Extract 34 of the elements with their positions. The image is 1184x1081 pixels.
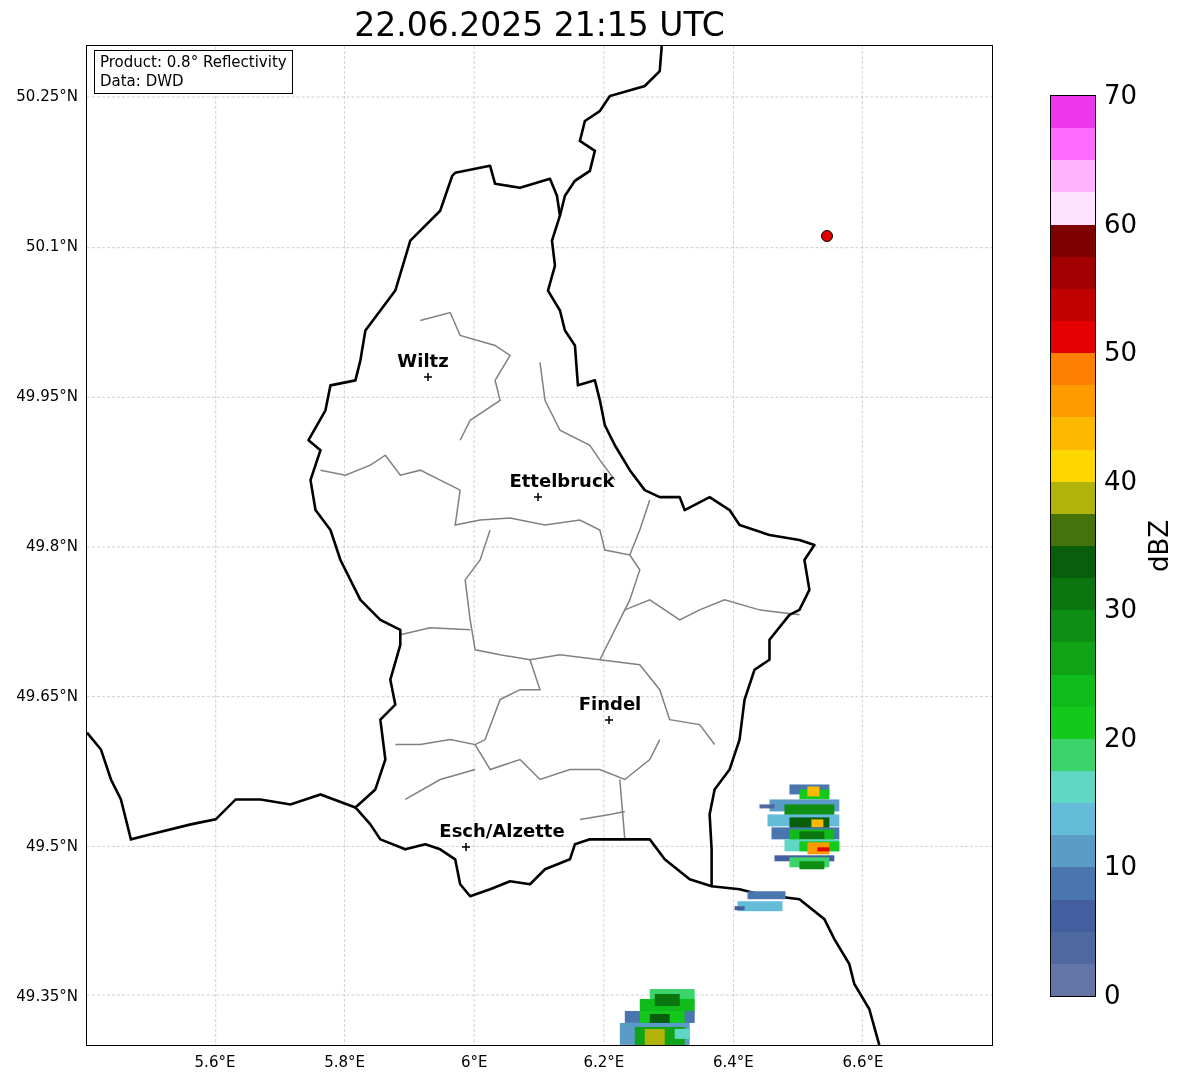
chart-title: 22.06.2025 21:15 UTC [354, 5, 725, 45]
x-axis-label: 6.4°E [712, 1053, 754, 1071]
city-label: Wiltz [397, 351, 449, 371]
colorbar-tick-label: 20 [1104, 722, 1138, 753]
city-label: Esch/Alzette [439, 821, 565, 841]
y-axis-label: 49.8°N [25, 537, 78, 555]
y-axis-label: 49.35°N [16, 987, 78, 1005]
x-axis-label: 6.2°E [583, 1053, 625, 1071]
legend-text: Product: 0.8° Reflectivity [100, 53, 287, 72]
x-axis-label: 6°E [460, 1053, 488, 1071]
colorbar-label: dBZ [1144, 519, 1174, 573]
colorbar-tick-label: 60 [1104, 208, 1138, 239]
city-marker-icon [534, 493, 542, 501]
legend-text: Data: DWD [100, 72, 185, 91]
colorbar-tick-label: 40 [1104, 465, 1138, 496]
city-marker-icon [462, 843, 470, 851]
x-axis-label: 6.6°E [842, 1053, 884, 1071]
y-axis-label: 50.1°N [25, 237, 78, 255]
colorbar-tick-label: 0 [1104, 980, 1121, 1010]
city-label: Ettelbruck [509, 471, 615, 491]
colorbar-tick-label: 70 [1104, 80, 1138, 110]
y-axis-label: 50.25°N [16, 87, 78, 105]
y-axis-label: 49.5°N [25, 837, 78, 855]
x-axis-label: 5.8°E [324, 1053, 365, 1071]
city-marker-icon [424, 373, 432, 381]
location-dot-icon [821, 230, 833, 242]
x-axis-label: 5.6°E [194, 1053, 236, 1071]
colorbar-tick-label: 10 [1104, 851, 1138, 882]
y-axis-label: 49.95°N [16, 387, 78, 405]
y-axis-label: 49.65°N [16, 687, 78, 705]
colorbar-tick-label: 50 [1104, 337, 1138, 368]
city-marker-icon [605, 716, 613, 724]
city-label: Findel [578, 694, 642, 714]
colorbar-tick-label: 30 [1104, 594, 1138, 625]
